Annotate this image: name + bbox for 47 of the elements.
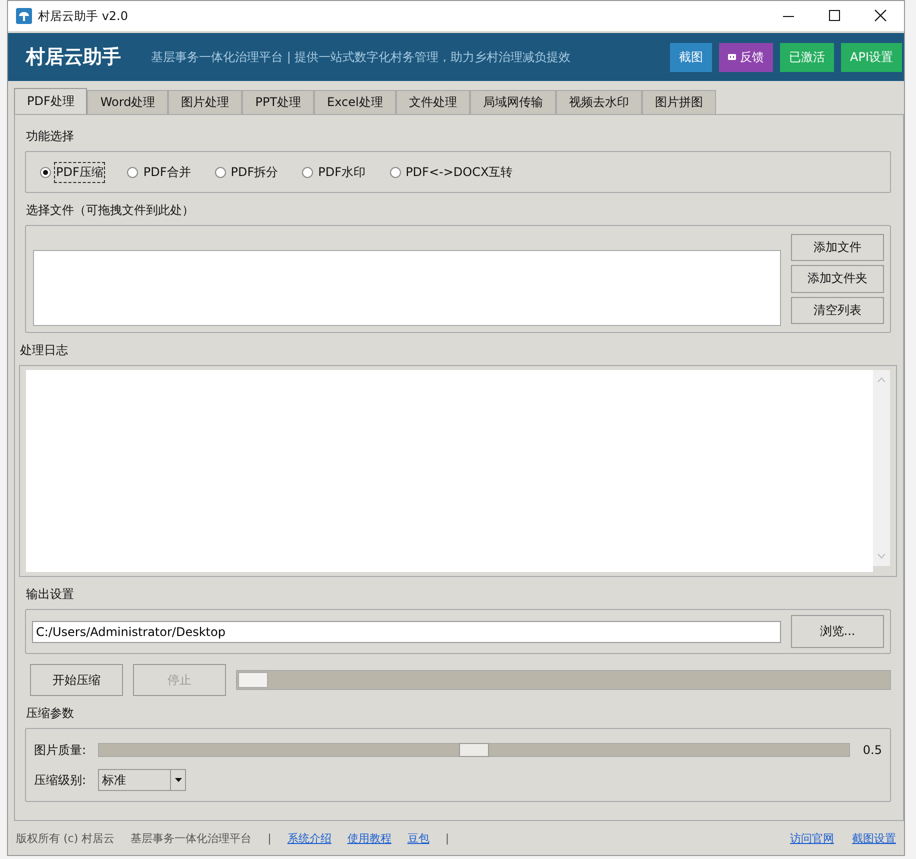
header-button[interactable]: 截图 <box>670 42 712 72</box>
tab[interactable]: 图片拼图 <box>642 90 716 114</box>
footer-link[interactable]: 使用教程 <box>347 830 392 846</box>
tab[interactable]: PPT处理 <box>242 90 314 114</box>
browse-button[interactable]: 浏览... <box>791 615 884 648</box>
field-label: 图片质量: <box>34 742 88 758</box>
tab[interactable]: Word处理 <box>87 90 168 114</box>
level-dropdown[interactable]: 标准 <box>98 769 186 791</box>
tab[interactable]: PDF处理 <box>14 88 88 114</box>
section-title: 输出设置 <box>26 586 75 603</box>
section-title: 处理日志 <box>20 342 69 359</box>
feedback-icon <box>728 54 736 60</box>
section-title: 压缩参数 <box>26 705 75 722</box>
path-field[interactable]: C:/Users/Administrator/Desktop <box>32 620 781 642</box>
section-title: 功能选择 <box>26 128 75 145</box>
radio-option[interactable]: PDF拆分 <box>214 162 280 182</box>
tab[interactable]: 视频去水印 <box>556 90 642 114</box>
footer-link[interactable]: 截图设置 <box>852 830 896 846</box>
footer-text: 版权所有 (c) 村居云 <box>16 830 115 846</box>
file-list[interactable] <box>33 250 781 326</box>
footer-link[interactable]: 访问官网 <box>790 830 834 846</box>
footer-link[interactable]: 豆包 <box>407 830 430 846</box>
header-button[interactable]: 反馈 <box>719 42 774 72</box>
radio-option[interactable]: PDF合并 <box>127 162 193 182</box>
tab[interactable]: Excel处理 <box>314 90 396 114</box>
radio-option[interactable]: PDF<->DOCX互转 <box>390 162 515 182</box>
app-icon <box>16 8 32 24</box>
file-button[interactable]: 添加文件夹 <box>791 265 884 293</box>
footer-separator: | <box>268 832 272 844</box>
footer-link[interactable]: 系统介绍 <box>287 830 332 846</box>
footer-separator: | <box>445 832 450 844</box>
slider-thumb[interactable] <box>459 743 489 757</box>
section-title: 选择文件（可拖拽文件到此处） <box>26 202 195 219</box>
dropdown-arrow-icon <box>174 778 182 782</box>
radio-option[interactable]: PDF水印 <box>302 162 368 182</box>
app-brand: 村居云助手 <box>26 45 121 70</box>
tab[interactable]: 局域网传输 <box>470 90 556 114</box>
window-title: 村居云助手 v2.0 <box>38 8 128 24</box>
tab[interactable]: 文件处理 <box>396 90 470 114</box>
footer-text: 基层事务一体化治理平台 <box>130 830 252 846</box>
slider-value: 0.5 <box>862 743 882 757</box>
app-subtitle: 基层事务一体化治理平台 | 提供一站式数字化村务管理，助力乡村治理减负提效 <box>151 48 571 66</box>
field-label: 压缩级别: <box>34 772 88 788</box>
start-button[interactable]: 开始压缩 <box>30 664 123 696</box>
file-button[interactable]: 清空列表 <box>791 296 884 324</box>
tab[interactable]: 图片处理 <box>168 90 242 114</box>
file-button[interactable]: 添加文件 <box>791 234 884 262</box>
